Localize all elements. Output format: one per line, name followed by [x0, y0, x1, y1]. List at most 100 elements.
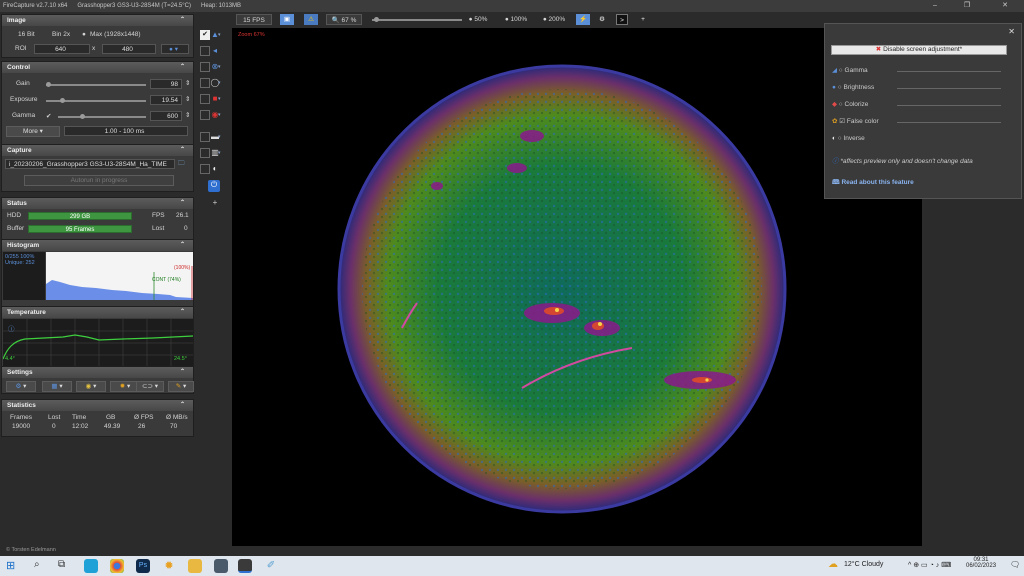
colorize-adjust-slider[interactable] [897, 105, 1001, 106]
settings-gear-icon[interactable]: ⚙ [596, 14, 608, 25]
maximize-icon[interactable]: ❐ [952, 0, 982, 12]
gamma-spinner-icon[interactable]: ⇕ [185, 111, 190, 119]
notification-icon[interactable]: 🗨 [1010, 560, 1020, 569]
false-color-row[interactable]: ✿ ☑ False color [832, 117, 879, 127]
disable-adjustment-button[interactable]: ✖ Disable screen adjustment* [831, 45, 1007, 55]
zoom-100-button[interactable]: ● 100% [502, 14, 530, 25]
image-viewer[interactable]: Zoom 67% [232, 28, 922, 546]
roi-width-field[interactable]: 640 [34, 44, 90, 54]
false-color-adjust-slider[interactable] [897, 122, 1001, 123]
binning[interactable]: Bin 2x [52, 31, 70, 38]
section-header-settings[interactable]: Settings ⌃ [2, 367, 193, 378]
roi-dropdown[interactable]: ● ▾ [161, 44, 189, 54]
gain-slider[interactable] [46, 82, 146, 87]
checkbox-icon[interactable]: ✔ [200, 30, 210, 40]
settings-camera-button[interactable]: ⚙ ▾ [6, 381, 36, 392]
section-header-statistics[interactable]: Statistics ⌃ [2, 400, 193, 411]
chrome-icon[interactable] [110, 559, 124, 573]
run-icon[interactable]: ⚡ [576, 14, 590, 25]
checkbox-empty-icon[interactable] [200, 110, 210, 120]
read-about-link[interactable]: 🕮 Read about this feature [832, 178, 914, 188]
heap-info: Heap: 1013MB [201, 3, 242, 9]
autorun-button[interactable]: Autorun in progress [24, 175, 174, 186]
windows-start-icon[interactable]: ⊞ [6, 559, 15, 572]
checkbox-empty-icon[interactable] [200, 94, 210, 104]
inverse-row[interactable]: ◐ ○ Inverse [832, 134, 865, 144]
zoom-field[interactable]: 🔍 67 % [326, 14, 362, 25]
zoom-slider[interactable] [372, 17, 462, 22]
paint-icon[interactable]: ✐ [264, 559, 278, 573]
capture-filename[interactable]: i_20230206_Grasshopper3 GS3-U3-28S4M_Ha_… [5, 159, 175, 169]
temperature-graph [3, 319, 193, 367]
search-icon[interactable]: ⌕ [34, 559, 40, 570]
edge-icon[interactable] [84, 559, 98, 573]
gamma-value[interactable]: 600 [150, 111, 182, 121]
minimize-icon[interactable]: – [920, 0, 950, 12]
gain-slider-knob[interactable] [46, 82, 51, 87]
histogram-section: Histogram ⌃ 0/255 100% Unique: 252 CONT (… [1, 239, 194, 313]
settings-link-button[interactable]: ⊂⊃ ▾ [136, 381, 164, 392]
sun-app-icon[interactable]: ✹ [162, 559, 176, 573]
clock[interactable]: 09:31 06/02/2023 [966, 557, 996, 569]
task-view-icon[interactable]: ⧉ [58, 559, 65, 570]
arrow-tool-icon[interactable]: ◂ [210, 46, 220, 56]
gamma-row[interactable]: ◢ ○ Gamma [832, 66, 868, 76]
bit-depth[interactable]: 16 Bit [18, 31, 35, 38]
fps-limit-button[interactable]: 15 FPS [236, 14, 272, 25]
close-icon[interactable]: ✕ [1008, 27, 1015, 36]
weather-icon[interactable]: ☁ [828, 559, 838, 570]
zoom-slider-knob[interactable] [374, 17, 379, 22]
gamma-adjust-slider[interactable] [897, 71, 1001, 72]
exposure-slider[interactable] [46, 98, 146, 103]
gain-value[interactable]: 98 [150, 79, 182, 89]
weather-text[interactable]: 12°C Cloudy [844, 561, 883, 568]
checkbox-empty-icon[interactable] [200, 78, 210, 88]
exposure-spinner-icon[interactable]: ⇕ [185, 95, 190, 103]
settings-pen-button[interactable]: ✎ ▾ [168, 381, 194, 392]
colorize-row[interactable]: ◆ ○ Colorize [832, 100, 868, 110]
zoom-50-button[interactable]: ● 50% [466, 14, 490, 25]
settings-color-button[interactable]: ◉ ▾ [76, 381, 106, 392]
section-header-histogram[interactable]: Histogram ⌃ [2, 240, 193, 251]
contrast-icon[interactable]: ◐ [210, 164, 220, 174]
checkbox-empty-icon[interactable] [200, 132, 210, 142]
file-explorer-icon[interactable] [188, 559, 202, 573]
power-icon[interactable]: ⏻ [208, 180, 220, 192]
more-button[interactable]: More ▾ [6, 126, 60, 137]
brightness-adjust-slider[interactable] [897, 88, 1001, 89]
tray-icons[interactable]: ^ ⊕ ▭ ◔ ♪ ⌨ [908, 561, 951, 569]
section-header-capture[interactable]: Capture ⌃ [2, 145, 193, 156]
roi-height-field[interactable]: 480 [102, 44, 156, 54]
section-header-image[interactable]: Image ⌃ [2, 15, 193, 26]
gain-spinner-icon[interactable]: ⇕ [185, 79, 190, 87]
close-icon[interactable]: ✕ [990, 0, 1020, 12]
firecapture-taskbar-icon[interactable] [238, 559, 252, 573]
temperature-info-icon[interactable]: ⓘ [8, 323, 15, 333]
gamma-slider-knob[interactable] [80, 114, 86, 119]
add-icon[interactable]: + [638, 14, 648, 25]
gamma-slider[interactable] [58, 114, 146, 119]
terminal-icon[interactable]: > [616, 14, 628, 25]
photoshop-icon[interactable]: Ps [136, 559, 150, 573]
checkbox-empty-icon[interactable] [200, 148, 210, 158]
add-tool-icon[interactable]: + [210, 198, 220, 208]
zoom-200-button[interactable]: ● 200% [540, 14, 568, 25]
section-header-temperature[interactable]: Temperature ⌃ [2, 307, 193, 318]
adjust-icon[interactable]: ⚠ [304, 14, 318, 25]
screen-icon[interactable]: ▣ [280, 14, 294, 25]
max-radio-icon[interactable]: ● [82, 31, 86, 38]
section-header-status[interactable]: Status ⌃ [2, 198, 193, 209]
settings-grid-button[interactable]: ▦ ▾ [42, 381, 72, 392]
brightness-row[interactable]: ● ○ Brightness [832, 83, 874, 93]
exposure-value[interactable]: 19.54 [150, 95, 182, 105]
exposure-range[interactable]: 1.00 - 100 ms [64, 126, 188, 136]
checkbox-empty-icon[interactable] [200, 164, 210, 174]
calculator-icon[interactable] [214, 559, 228, 573]
section-header-control[interactable]: Control ⌃ [2, 62, 193, 73]
folder-icon[interactable]: 🗀 [178, 159, 185, 170]
exposure-slider-knob[interactable] [60, 98, 66, 103]
checkbox-empty-icon[interactable] [200, 62, 210, 72]
gamma-check-icon[interactable]: ✔ [46, 112, 51, 120]
checkbox-empty-icon[interactable] [200, 46, 210, 56]
max-resolution[interactable]: Max (1928x1448) [90, 31, 141, 38]
